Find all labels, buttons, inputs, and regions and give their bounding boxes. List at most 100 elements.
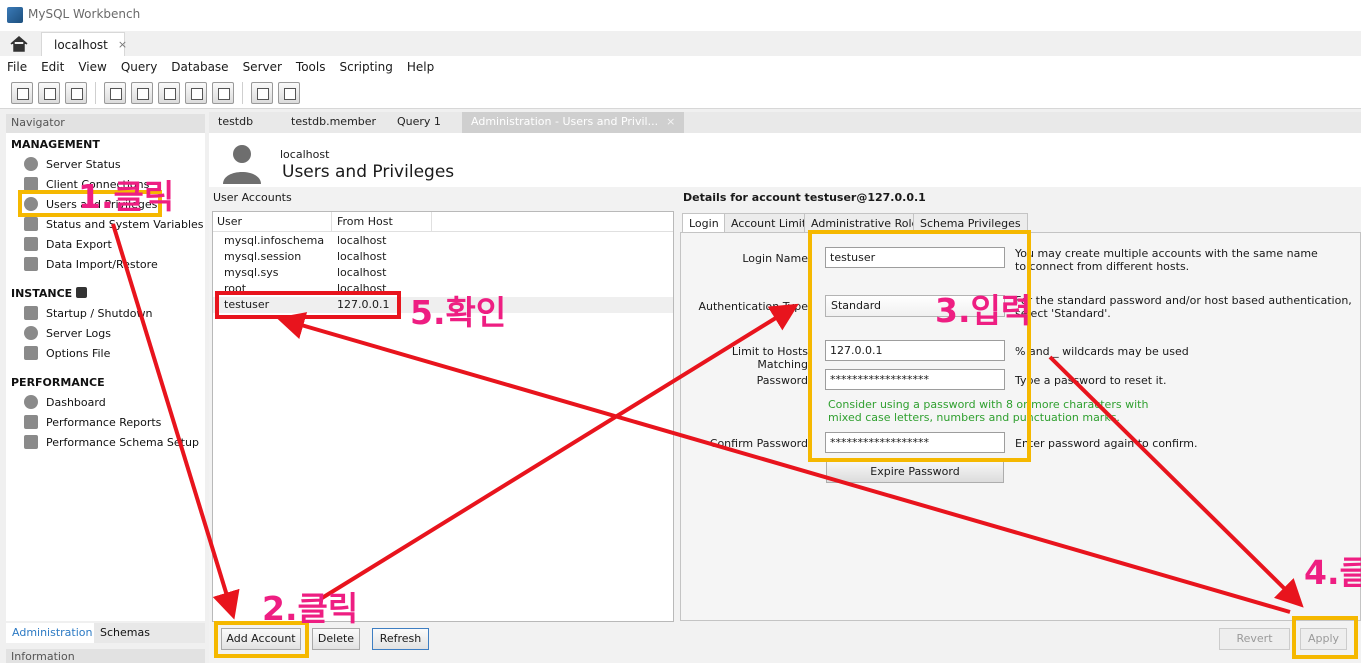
nav-item-label: Dashboard (46, 395, 106, 409)
window-title: MySQL Workbench (28, 7, 141, 21)
expire-password-button[interactable]: Expire Password (826, 461, 1004, 483)
toolbar (0, 77, 1361, 109)
nav-item-server-status[interactable]: Server Status (24, 157, 121, 171)
password-hint-line-1: Consider using a password with 8 or more… (828, 398, 1149, 411)
menu-edit[interactable]: Edit (41, 60, 64, 74)
close-icon[interactable]: × (666, 115, 675, 128)
title-bar (0, 0, 1361, 31)
annotation-step5: 5.확인 (410, 293, 507, 332)
performance-section-title: PERFORMANCE (11, 376, 105, 389)
delete-button[interactable]: Delete (312, 628, 360, 650)
home-tab[interactable] (0, 31, 38, 56)
create-procedure-icon[interactable] (185, 81, 207, 104)
tab-administrative-roles[interactable]: Administrative Roles (804, 213, 931, 233)
password-input[interactable]: ****************** (825, 369, 1005, 390)
table-row[interactable]: mysql.session localhost (213, 249, 673, 265)
refresh-button[interactable]: Refresh (372, 628, 429, 650)
cell-user: mysql.sys (224, 266, 279, 279)
nav-item-dashboard[interactable]: Dashboard (24, 395, 106, 409)
menu-file[interactable]: File (7, 60, 27, 74)
information-header: Information (6, 649, 205, 663)
confirm-password-input[interactable]: ****************** (825, 432, 1005, 453)
nav-item-label: Options File (46, 346, 111, 360)
cell-host: localhost (337, 282, 387, 295)
nav-item-label: Performance Reports (46, 415, 162, 429)
column-header-user[interactable]: User (217, 215, 242, 228)
login-name-desc-1: You may create multiple accounts with th… (1015, 247, 1318, 260)
nav-item-startup-shutdown[interactable]: Startup / Shutdown (24, 306, 152, 320)
new-sql-tab-icon[interactable] (11, 81, 33, 104)
host-match-desc: % and _ wildcards may be used (1015, 345, 1189, 358)
menu-query[interactable]: Query (121, 60, 157, 74)
connection-tab-label: localhost (54, 37, 108, 52)
inspector-icon[interactable] (65, 81, 87, 104)
tab-administration-users[interactable]: Administration - Users and Privil... × (462, 112, 685, 133)
annotation-step1: 1.클릭 (78, 177, 175, 216)
menu-help[interactable]: Help (407, 60, 434, 74)
menu-database[interactable]: Database (171, 60, 228, 74)
instance-title: INSTANCE (11, 287, 73, 300)
reconnect-icon[interactable] (278, 81, 300, 104)
instance-info-icon (76, 287, 88, 298)
tab-schema-privileges[interactable]: Schema Privileges (913, 213, 1028, 233)
nav-item-performance-reports[interactable]: Performance Reports (24, 415, 161, 429)
menu-scripting[interactable]: Scripting (339, 60, 392, 74)
cell-host: 127.0.0.1 (337, 298, 390, 311)
nav-item-options-file[interactable]: Options File (24, 346, 110, 360)
password-hint-line-2: mixed case letters, numbers and punctuat… (828, 411, 1120, 424)
nav-item-data-import[interactable]: Data Import/Restore (24, 257, 158, 271)
confirm-password-label: Confirm Password (709, 437, 808, 450)
close-icon[interactable]: × (118, 38, 127, 51)
host-match-label: Limit to Hosts Matching (731, 345, 808, 371)
apply-button[interactable]: Apply (1300, 628, 1347, 650)
navigator-header: Navigator (6, 114, 205, 133)
nav-item-label: Data Import/Restore (46, 257, 158, 271)
menu-bar: File Edit View Query Database Server Too… (0, 56, 1361, 77)
table-row[interactable]: mysql.sys localhost (213, 265, 673, 281)
annotation-step4: 4.클 (1304, 553, 1361, 592)
add-account-button[interactable]: Add Account (221, 628, 301, 650)
nav-item-performance-schema-setup[interactable]: Performance Schema Setup (24, 435, 199, 449)
create-table-icon[interactable] (131, 81, 153, 104)
nav-item-server-logs[interactable]: Server Logs (24, 326, 111, 340)
cell-user: testuser (224, 298, 270, 311)
revert-button[interactable]: Revert (1219, 628, 1290, 650)
tab-administration[interactable]: Administration (6, 623, 94, 643)
toolbar-separator (95, 81, 96, 104)
nav-item-label: Server Logs (46, 326, 111, 340)
page-title: Users and Privileges (282, 162, 455, 182)
create-function-icon[interactable] (212, 81, 234, 104)
auth-type-label: Authentication Type (698, 300, 808, 313)
menu-view[interactable]: View (78, 60, 106, 74)
create-view-icon[interactable] (158, 81, 180, 104)
user-accounts-header (213, 212, 673, 232)
tab-login[interactable]: Login (682, 213, 726, 233)
nav-item-label: Status and System Variables (46, 217, 204, 231)
cell-user: root (224, 282, 247, 295)
connection-tab-localhost[interactable]: localhost × (41, 32, 127, 56)
instance-section-title: INSTANCE (11, 287, 88, 300)
nav-item-data-export[interactable]: Data Export (24, 237, 112, 251)
column-header-from-host[interactable]: From Host (337, 215, 393, 228)
host-match-input[interactable]: 127.0.0.1 (825, 340, 1005, 361)
tab-testdb[interactable]: testdb (209, 112, 262, 133)
password-label: Password (756, 374, 808, 387)
wrench-icon (24, 346, 38, 360)
tab-query-1[interactable]: Query 1 (388, 112, 450, 133)
auth-type-value: Standard (831, 299, 882, 312)
menu-tools[interactable]: Tools (296, 60, 326, 74)
nav-item-label: Startup / Shutdown (46, 306, 153, 320)
tab-testdb-member[interactable]: testdb.member (282, 112, 385, 133)
login-name-label: Login Name (742, 252, 808, 265)
tab-schemas[interactable]: Schemas (94, 623, 205, 643)
search-table-data-icon[interactable] (251, 81, 273, 104)
schema-setup-icon (24, 435, 38, 449)
host-label: localhost (280, 148, 330, 161)
open-sql-script-icon[interactable] (38, 81, 60, 104)
table-row[interactable]: mysql.infoschema localhost (213, 233, 673, 249)
create-schema-icon[interactable] (104, 81, 126, 104)
menu-server[interactable]: Server (243, 60, 282, 74)
nav-item-status-variables[interactable]: Status and System Variables (24, 217, 204, 231)
dashboard-icon (24, 395, 38, 409)
login-name-input[interactable]: testuser (825, 247, 1005, 268)
